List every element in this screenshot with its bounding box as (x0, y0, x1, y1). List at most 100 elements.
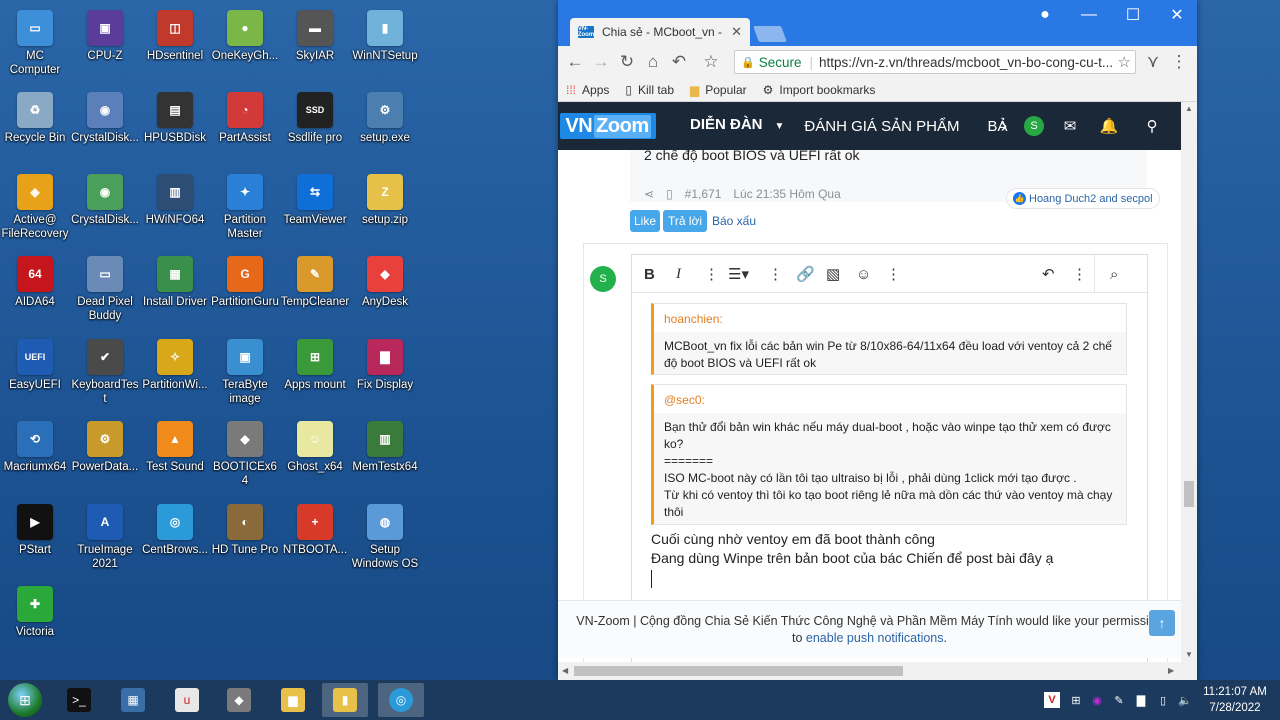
desktop-icon[interactable]: ▥ MemTestx64 (350, 417, 420, 497)
system-clock[interactable]: 11:21:07 AM 7/28/2022 (1198, 684, 1272, 716)
desktop-icon[interactable]: ⇆ TeamViewer (280, 170, 350, 250)
address-bar[interactable]: 🔒 Secure | https://vn-z.vn/threads/mcboo… (734, 50, 1136, 74)
new-tab-button[interactable] (753, 26, 787, 42)
search-icon[interactable]: ⚲ (1142, 116, 1162, 136)
profile-icon[interactable]: ● (1023, 0, 1067, 30)
scrollbar-thumb[interactable] (574, 666, 903, 676)
typed-text[interactable]: Cuối cùng nhờ ventoy em đã boot thành cô… (651, 530, 1053, 568)
desktop-icon[interactable]: G PartitionGuru (210, 252, 280, 332)
scroll-down-arrow-icon[interactable]: ▼ (1185, 650, 1193, 659)
desktop-icon[interactable]: ✚ Victoria (0, 582, 70, 662)
close-tab-icon[interactable]: ✕ (731, 24, 742, 40)
extension-icon[interactable]: ⋎ (1142, 51, 1164, 73)
home-icon[interactable]: ⌂ (642, 51, 664, 73)
bell-icon[interactable]: 🔔 (1099, 116, 1119, 136)
mail-icon[interactable]: ✉ (1060, 116, 1080, 136)
quote-author[interactable]: @sec0: (654, 385, 1126, 413)
enable-push-link[interactable]: enable push notifications (806, 631, 944, 645)
taskbar-folder[interactable]: ▮ (322, 683, 368, 717)
chevron-right-icon[interactable]: › (994, 115, 1014, 137)
network-tray-icon[interactable]: ⊞ (1068, 692, 1084, 708)
minimize-button[interactable]: — (1067, 0, 1111, 30)
back-arrow-icon[interactable]: ← (564, 51, 586, 73)
scroll-right-arrow-icon[interactable]: ▶ (1168, 666, 1174, 675)
desktop-icon[interactable]: ◍ Setup Windows OS (350, 500, 420, 580)
vertical-scrollbar[interactable]: ▲ ▼ (1181, 102, 1197, 680)
share-icon[interactable]: ⋖ (644, 187, 654, 201)
desktop-icon[interactable]: ▭ Dead Pixel Buddy (70, 252, 140, 332)
bookmark-icon[interactable]: ▯ (666, 187, 673, 201)
reload-icon[interactable]: ↻ (616, 51, 638, 73)
forward-arrow-icon[interactable]: → (590, 51, 612, 73)
preview-icon[interactable]: ⌕ (1110, 265, 1118, 283)
desktop-icon[interactable]: ▭ MC Computer (0, 6, 70, 86)
desktop-icon[interactable]: ▣ CPU-Z (70, 6, 140, 86)
desktop-icon[interactable]: ✦ Partition Master (210, 170, 280, 250)
desktop-icon[interactable]: ▦ Install Driver (140, 252, 210, 332)
reactions-bar[interactable]: 👍 Hoang Duch2 and secpol (1006, 188, 1160, 209)
nav-product-review[interactable]: ĐÁNH GIÁ SẢN PHẨM (804, 118, 959, 135)
more-options-icon[interactable]: ⋮ (704, 265, 719, 283)
taskbar-centbrowser[interactable]: ◎ (378, 683, 424, 717)
desktop-icon[interactable]: ◉ CrystalDisk... (70, 88, 140, 168)
reply-button[interactable]: Trả lời (663, 210, 707, 232)
desktop-icon[interactable]: ◫ HDsentinel (140, 6, 210, 86)
desktop-icon[interactable]: 64 AIDA64 (0, 252, 70, 332)
link-icon[interactable]: 🔗 (796, 265, 815, 283)
user-avatar[interactable]: S (1024, 116, 1044, 136)
scroll-left-arrow-icon[interactable]: ◀ (562, 666, 568, 675)
start-button[interactable]: ⊞ (8, 683, 42, 717)
taskbar-cmd[interactable]: >_ (56, 683, 102, 717)
emoji-icon[interactable]: ☺ (856, 265, 871, 283)
desktop-icon[interactable]: ◉ CrystalDisk... (70, 170, 140, 250)
bookmark-import[interactable]: ⚙ Import bookmarks (763, 83, 876, 97)
desktop-icon[interactable]: ▬ SkyIAR (280, 6, 350, 86)
desktop-icon[interactable]: ▲ Test Sound (140, 417, 210, 497)
scrollbar-thumb[interactable] (1184, 481, 1194, 507)
scroll-to-top-button[interactable]: ↑ (1149, 610, 1175, 636)
italic-icon[interactable]: I (676, 265, 681, 283)
desktop-icon[interactable]: ✎ TempCleaner (280, 252, 350, 332)
taskbar-network[interactable]: ▦ (110, 683, 156, 717)
post-number[interactable]: #1,671 (685, 187, 722, 201)
desktop-icon[interactable]: ✔ KeyboardTest (70, 335, 140, 415)
bold-icon[interactable]: B (644, 265, 655, 283)
desktop-icon[interactable]: ◈ Active@ FileRecovery (0, 170, 70, 250)
bookmark-apps[interactable]: ⁞⁞⁞ Apps (566, 83, 609, 97)
desktop-icon[interactable]: Zsetup.zip (350, 170, 420, 250)
desktop-icon[interactable]: ☺ Ghost_x64 (280, 417, 350, 497)
display-tray-icon[interactable]: ▇ (1133, 692, 1149, 708)
desktop-icon[interactable]: ▇ Fix Display (350, 335, 420, 415)
desktop-icon[interactable]: ◆ BOOTICEx64 (210, 417, 280, 497)
star-icon[interactable]: ☆ (1118, 53, 1131, 71)
browser-tab[interactable]: VN-Zoom Chia sẻ - MCboot_vn - Bộ ✕ (570, 18, 750, 46)
desktop-icon[interactable]: A TrueImage 2021 (70, 500, 140, 580)
desktop-icon[interactable]: ▶ PStart (0, 500, 70, 580)
desktop-icon[interactable]: ⚙ setup.exe (350, 88, 420, 168)
desktop-icon[interactable]: ● OneKeyGh... (210, 6, 280, 86)
bookmark-popular[interactable]: ▆ Popular (690, 83, 747, 97)
brush-tray-icon[interactable]: ✎ (1111, 692, 1127, 708)
taskbar-explorer[interactable]: ▆ (270, 683, 316, 717)
scroll-up-arrow-icon[interactable]: ▲ (1185, 104, 1193, 113)
nav-forum[interactable]: DIỄN ĐÀN (690, 116, 763, 136)
media-tray-icon[interactable]: ◉ (1089, 692, 1105, 708)
desktop-icon[interactable]: ◆ AnyDesk (350, 252, 420, 332)
more-options-icon[interactable]: ⋮ (886, 265, 901, 283)
desktop-icon[interactable]: ⊞ Apps mount (280, 335, 350, 415)
desktop-icon[interactable]: ♻ Recycle Bin (0, 88, 70, 168)
site-logo[interactable]: VN Zoom (560, 113, 656, 139)
desktop-icon[interactable]: ◎ CentBrows... (140, 500, 210, 580)
desktop-icon[interactable]: ✧ PartitionWi... (140, 335, 210, 415)
unikey-tray-icon[interactable]: V (1044, 692, 1060, 708)
menu-icon[interactable]: ⋮ (1168, 51, 1190, 73)
taskbar-bootice[interactable]: ◆ (216, 683, 262, 717)
report-link[interactable]: Báo xấu (712, 214, 756, 228)
more-options-icon[interactable]: ⋮ (1072, 265, 1087, 283)
close-window-button[interactable]: ✕ (1155, 0, 1197, 30)
desktop-icon[interactable]: ▤ HPUSBDisk (140, 88, 210, 168)
desktop-icon[interactable]: ▥ HWiNFO64 (140, 170, 210, 250)
desktop-icon[interactable]: ◐ HD Tune Pro (210, 500, 280, 580)
more-options-icon[interactable]: ⋮ (768, 265, 783, 283)
usb-tray-icon[interactable]: ▯ (1155, 692, 1171, 708)
